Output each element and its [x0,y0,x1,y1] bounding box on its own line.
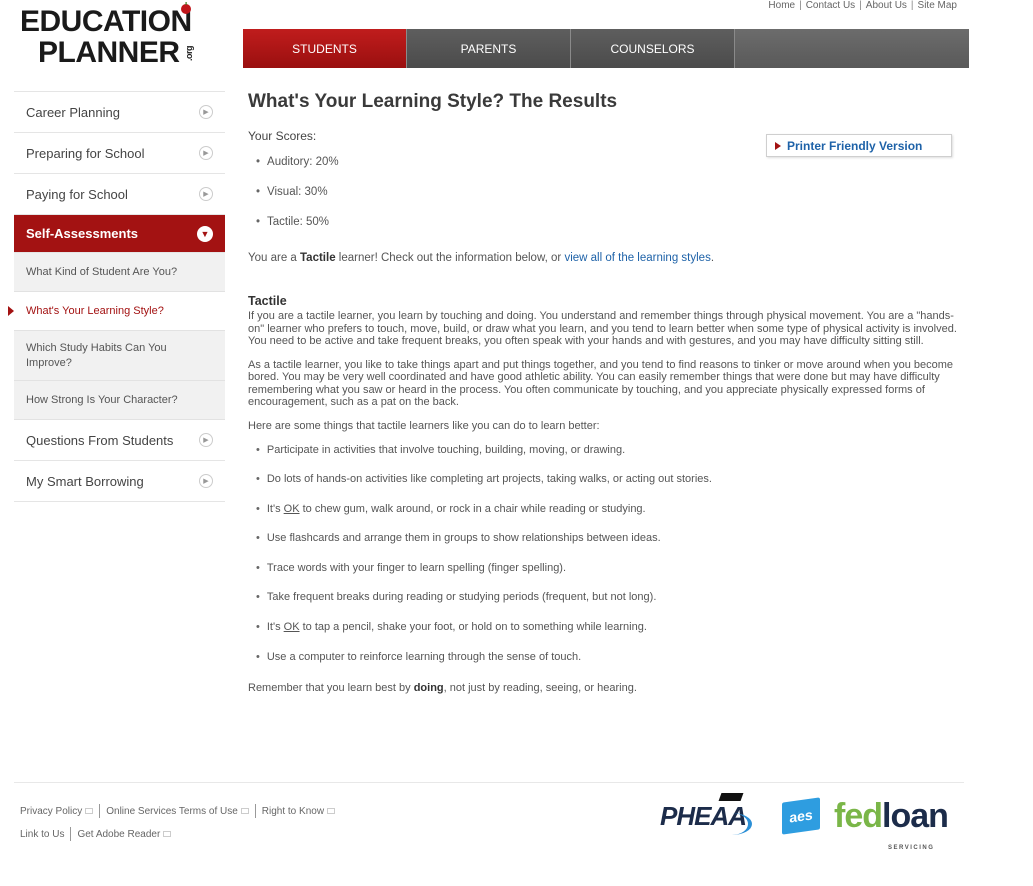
list-item: Participate in activities that involve t… [248,444,958,474]
chevron-right-icon: ▶ [199,474,213,488]
list-item: It's OK to chew gum, walk around, or roc… [248,503,958,533]
adobe-reader-link[interactable]: Get Adobe Reader [77,829,160,840]
logo-line2: PLANNER .org [20,37,220,75]
link-to-us-link[interactable]: Link to Us [20,829,64,840]
closing-note: Remember that you learn best by doing, n… [248,682,637,695]
external-link-icon [85,808,94,814]
top-links: Home | Contact Us | About Us | Site Map [768,0,957,11]
chevron-right-icon: ▶ [199,105,213,119]
external-link-icon [163,831,172,837]
footer-divider [14,782,964,783]
external-link-icon [327,808,336,814]
contact-us-link[interactable]: Contact Us [806,0,855,11]
graduation-cap-icon [718,792,744,801]
partner-logos: PHEAA aes fedloan SERVICING [660,792,949,851]
site-map-link[interactable]: Site Map [918,0,957,11]
score-auditory: Auditory: 20% [248,156,958,186]
home-link[interactable]: Home [768,0,795,11]
fedloan-logo[interactable]: fedloan SERVICING [834,799,949,851]
description-paragraph-1: If you are a tactile learner, you learn … [248,310,957,347]
aes-logo[interactable]: aes [782,797,821,835]
footer-links-row1: Privacy Policy Online Services Terms of … [20,804,336,818]
sidebar-item-self-assessments[interactable]: Self-Assessments ▼ [14,215,225,253]
about-us-link[interactable]: About Us [866,0,907,11]
terms-of-use-link[interactable]: Online Services Terms of Use [106,806,238,817]
right-to-know-link[interactable]: Right to Know [262,806,324,817]
scores-list: Auditory: 20% Visual: 30% Tactile: 50% [248,156,958,246]
play-arrow-icon [775,141,781,150]
description-paragraph-2: As a tactile learner, you like to take t… [248,358,954,409]
external-link-icon [240,808,249,814]
privacy-policy-link[interactable]: Privacy Policy [20,806,82,817]
main-content: What's Your Learning Style? The Results … [248,91,958,694]
list-item: Do lots of hands-on activities like comp… [248,473,958,503]
tab-counselors[interactable]: COUNSELORS [571,29,735,68]
sidebar-item-preparing-for-school[interactable]: Preparing for School ▶ [14,133,225,174]
site-logo[interactable]: EDUCATION PLANNER .org [20,2,220,75]
sidebar-item-paying-for-school[interactable]: Paying for School ▶ [14,174,225,215]
result-intro: You are a Tactile learner! Check out the… [248,252,715,264]
sidebar-item-questions-from-students[interactable]: Questions From Students ▶ [14,420,225,461]
tips-list: Participate in activities that involve t… [248,444,958,681]
chevron-down-icon: ▼ [197,225,213,242]
tips-intro: Here are some things that tactile learne… [248,419,600,432]
list-item: Use a computer to reinforce learning thr… [248,651,958,681]
tab-students[interactable]: STUDENTS [243,29,407,68]
sidebar-subitem-study-habits[interactable]: Which Study Habits Can You Improve? [14,331,225,381]
list-item: Take frequent breaks during reading or s… [248,591,958,621]
sidebar: Career Planning ▶ Preparing for School ▶ P… [8,91,225,502]
current-page-marker-icon [8,306,14,316]
logo-suffix: .org [183,46,194,61]
score-visual: Visual: 30% [248,186,958,216]
apple-icon [181,2,191,14]
page-title: What's Your Learning Style? The Results [248,91,618,112]
chevron-right-icon: ▶ [199,146,213,160]
sidebar-subitem-character[interactable]: How Strong Is Your Character? [14,381,225,420]
learner-type: Tactile [300,252,336,264]
sidebar-item-my-smart-borrowing[interactable]: My Smart Borrowing ▶ [14,461,225,502]
nav-filler [735,29,969,68]
footer-links-row2: Link to Us Get Adobe Reader [20,827,172,841]
list-item: Use flashcards and arrange them in group… [248,532,958,562]
list-item: Trace words with your finger to learn sp… [248,562,958,592]
tab-parents[interactable]: PARENTS [407,29,571,68]
main-nav: STUDENTS PARENTS COUNSELORS [243,29,969,68]
chevron-right-icon: ▶ [199,187,213,201]
chevron-right-icon: ▶ [199,433,213,447]
pheaa-logo[interactable]: PHEAA [660,792,752,835]
section-title: Tactile [248,294,287,308]
score-tactile: Tactile: 50% [248,216,958,246]
sidebar-subitem-student-type[interactable]: What Kind of Student Are You? [14,253,225,292]
printer-friendly-button[interactable]: Printer Friendly Version [766,134,952,157]
list-item: It's OK to tap a pencil, shake your foot… [248,621,958,651]
sidebar-subitem-learning-style[interactable]: What's Your Learning Style? [8,292,225,331]
view-all-styles-link[interactable]: view all of the learning styles [564,252,710,264]
sidebar-item-career-planning[interactable]: Career Planning ▶ [14,92,225,133]
